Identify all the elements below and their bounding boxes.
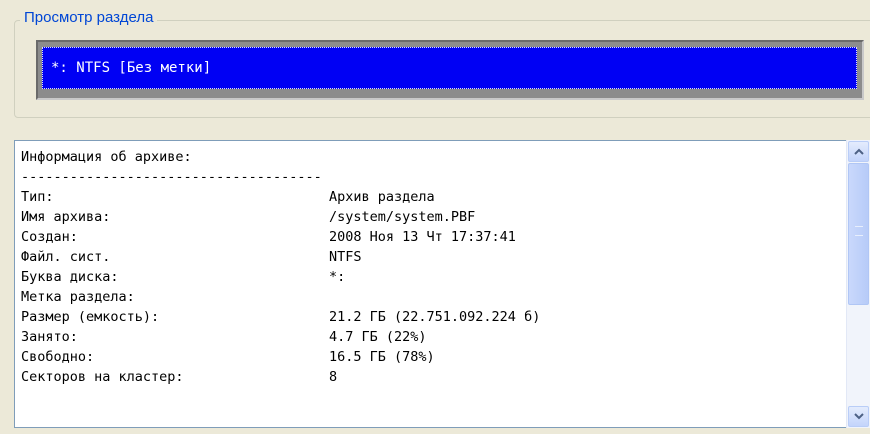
- archive-info-row: Размер (емкость): 21.2 ГБ (22.751.092.224…: [21, 307, 540, 327]
- archive-info-content: Информация об архиве: ------------------…: [21, 147, 540, 387]
- archive-info-textarea[interactable]: Информация об архиве: ------------------…: [14, 140, 870, 428]
- archive-info-label: Имя архива:: [21, 209, 111, 225]
- archive-info-value: Архив раздела: [329, 189, 435, 205]
- scroll-thumb[interactable]: [848, 163, 869, 305]
- archive-info-label: Занято:: [21, 329, 78, 345]
- archive-info-value: 16.5 ГБ (78%): [329, 349, 435, 365]
- archive-info-row: Занято: 4.7 ГБ (22%): [21, 327, 540, 347]
- archive-info-value: 4.7 ГБ (22%): [329, 329, 427, 345]
- archive-info-row: Секторов на кластер: 8: [21, 367, 540, 387]
- archive-info-value: 8: [329, 369, 338, 385]
- scroll-down-button[interactable]: [848, 406, 869, 427]
- archive-info-label: Секторов на кластер:: [21, 369, 184, 385]
- partition-list-item-selected[interactable]: *: NTFS [Без метки]: [42, 47, 857, 89]
- archive-info-label: Свободно:: [21, 349, 95, 365]
- archive-info-value: /system/system.PBF: [329, 209, 476, 225]
- chevron-down-icon: [854, 413, 864, 420]
- archive-info-label: Тип:: [21, 189, 54, 205]
- archive-info-row: Свободно: 16.5 ГБ (78%): [21, 347, 540, 367]
- archive-info-value: 2008 Ноя 13 Чт 17:37:41: [329, 229, 516, 245]
- vertical-scrollbar[interactable]: [846, 140, 870, 428]
- archive-info-label: Размер (емкость):: [21, 309, 160, 325]
- archive-info-label: Файл. сист.: [21, 249, 111, 265]
- chevron-up-icon: [854, 148, 864, 155]
- archive-info-row: Файл. сист. NTFS: [21, 247, 540, 267]
- archive-info-label: Создан:: [21, 229, 78, 245]
- partition-view-legend: Просмотр раздела: [20, 8, 158, 28]
- archive-info-value: *:: [329, 269, 346, 285]
- archive-info-row: Создан: 2008 Ноя 13 Чт 17:37:41: [21, 227, 540, 247]
- thumb-grip-icon: [855, 226, 863, 236]
- archive-info-row: Метка раздела:: [21, 287, 540, 307]
- partition-list[interactable]: *: NTFS [Без метки]: [36, 40, 864, 100]
- archive-info-row: Буква диска: *:: [21, 267, 540, 287]
- archive-info-separator: -------------------------------------: [21, 169, 322, 185]
- archive-info-header: Информация об архиве:: [21, 149, 192, 165]
- archive-info-label: Буква диска:: [21, 269, 119, 285]
- archive-info-row: Имя архива: /system/system.PBF: [21, 207, 540, 227]
- archive-info-row: Тип: Архив раздела: [21, 187, 540, 207]
- archive-info-label: Метка раздела:: [21, 289, 135, 305]
- scroll-up-button[interactable]: [848, 141, 869, 162]
- archive-info-value: NTFS: [329, 249, 362, 265]
- archive-info-value: 21.2 ГБ (22.751.092.224 б): [329, 309, 541, 325]
